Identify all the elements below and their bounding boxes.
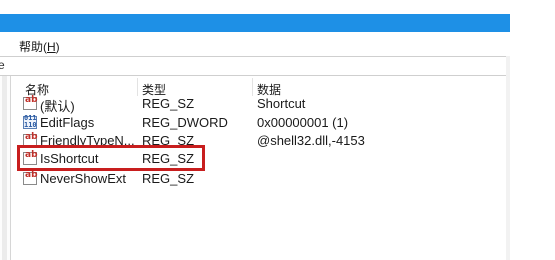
address-bar[interactable]: e <box>0 56 510 76</box>
value-type: REG_SZ <box>142 171 195 186</box>
binary-value-icon <box>23 114 37 129</box>
value-name: (默认) <box>40 99 75 114</box>
value-row[interactable]: EditFlags REG_DWORD 0x00000001 (1) <box>20 114 500 132</box>
string-value-icon <box>23 95 38 110</box>
tree-scrollbar[interactable] <box>2 76 7 260</box>
title-bar <box>0 0 510 32</box>
highlight-box <box>17 145 205 171</box>
value-data: 0x00000001 (1) <box>257 115 349 130</box>
string-value-icon <box>23 170 38 185</box>
value-name: NeverShowExt <box>40 171 126 186</box>
column-divider[interactable] <box>137 78 138 96</box>
column-divider[interactable] <box>252 78 253 96</box>
menu-bar: 帮助(H) <box>0 32 510 56</box>
value-row[interactable]: NeverShowExt REG_SZ <box>20 170 500 188</box>
value-type: REG_DWORD <box>142 115 228 130</box>
value-name: EditFlags <box>40 115 95 130</box>
value-type: REG_SZ <box>142 96 195 111</box>
value-data: Shortcut <box>257 96 306 111</box>
title-bar-band <box>0 14 510 32</box>
value-data: @shell32.dll,-4153 <box>257 133 365 148</box>
value-row[interactable]: (默认) REG_SZ Shortcut <box>20 95 500 114</box>
key-tree-pane[interactable] <box>0 76 11 260</box>
menu-help[interactable]: 帮助(H) <box>19 38 60 55</box>
values-scrollbar[interactable] <box>506 56 510 260</box>
address-bar-text: e <box>0 58 5 72</box>
